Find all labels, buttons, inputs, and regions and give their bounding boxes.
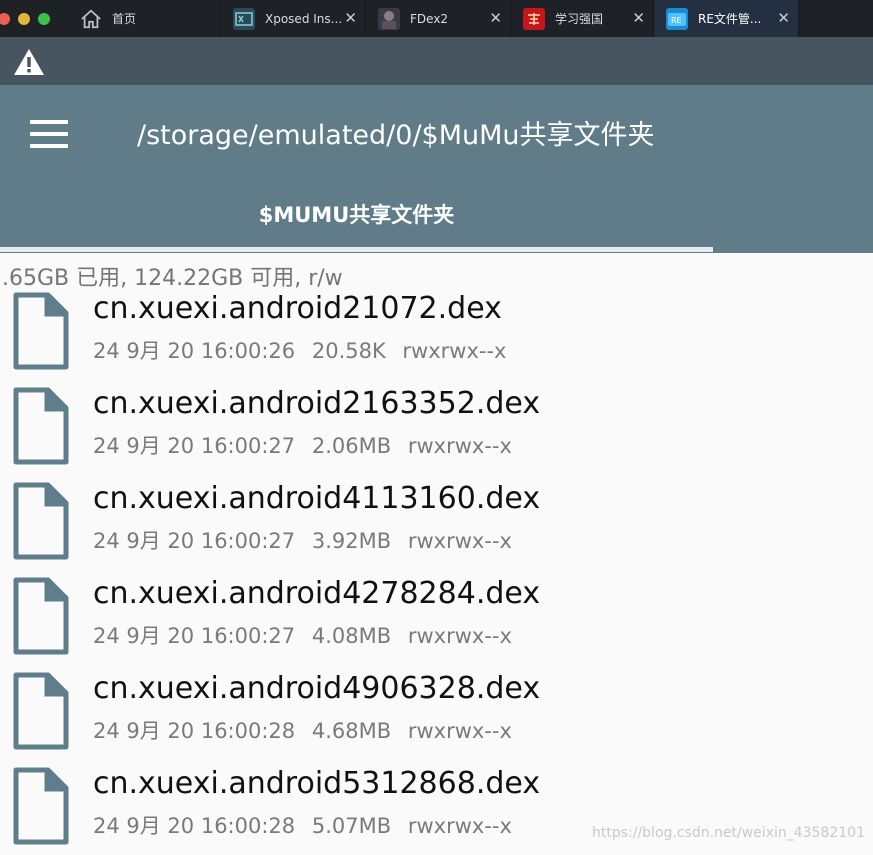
tab-label: FDex2 [410, 11, 449, 26]
file-list-item[interactable]: cn.xuexi.android4906328.dex 24 9月 20 16:… [0, 665, 873, 760]
file-date: 24 9月 20 16:00:28 [93, 719, 296, 743]
file-list-item[interactable]: cn.xuexi.android21072.dex 24 9月 20 16:00… [0, 285, 873, 380]
close-window-button[interactable] [0, 12, 10, 25]
tab-indicator [0, 247, 713, 252]
emulator-tab-bar: 首页 Xposed Ins... ✕ FDex2 ✕ 学习强国 ✕ RE RE文… [0, 0, 873, 37]
file-date: 24 9月 20 16:00:27 [93, 624, 296, 648]
file-meta: 24 9月 20 16:00:27 4.08MB rwxrwx--x [93, 620, 522, 650]
file-permissions: rwxrwx--x [407, 529, 512, 553]
file-icon [13, 292, 69, 370]
file-name: cn.xuexi.android2163352.dex [93, 386, 541, 421]
hamburger-menu-icon[interactable] [30, 120, 68, 148]
file-size: 2.06MB [311, 434, 392, 458]
file-icon [13, 577, 69, 655]
file-meta: 24 9月 20 16:00:28 4.68MB rwxrwx--x [93, 715, 522, 745]
tab-label: RE文件管... [698, 12, 762, 26]
file-permissions: rwxrwx--x [402, 339, 507, 363]
file-permissions: rwxrwx--x [407, 814, 512, 838]
xuexi-app-icon [523, 7, 545, 30]
re-file-manager-icon: RE [666, 7, 688, 30]
file-name: cn.xuexi.android5312868.dex [93, 766, 541, 801]
file-icon [13, 767, 69, 845]
close-tab-icon[interactable]: ✕ [632, 9, 645, 27]
file-date: 24 9月 20 16:00:27 [93, 529, 296, 553]
file-size: 4.68MB [311, 719, 392, 743]
tab-folder[interactable]: $MUMU共享文件夹 [0, 180, 713, 248]
file-meta: 24 9月 20 16:00:28 5.07MB rwxrwx--x [93, 810, 522, 840]
watermark: https://blog.csdn.net/weixin_43582101 [591, 825, 865, 841]
file-list-item[interactable]: cn.xuexi.android4278284.dex 24 9月 20 16:… [0, 570, 873, 665]
xposed-app-icon [233, 7, 255, 30]
tab-fdex2[interactable]: FDex2 ✕ [366, 0, 511, 37]
file-size: 20.58K [311, 339, 386, 363]
file-list-item[interactable]: cn.xuexi.android4113160.dex 24 9月 20 16:… [0, 475, 873, 570]
file-list: cn.xuexi.android21072.dex 24 9月 20 16:00… [0, 285, 873, 855]
file-name: cn.xuexi.android4113160.dex [93, 481, 541, 516]
file-icon [13, 672, 69, 750]
fdex2-app-icon [378, 7, 400, 30]
file-size: 3.92MB [311, 529, 392, 553]
file-name: cn.xuexi.android4906328.dex [93, 671, 541, 706]
file-name: cn.xuexi.android4278284.dex [93, 576, 541, 611]
file-size: 4.08MB [311, 624, 392, 648]
file-icon [13, 387, 69, 465]
warning-icon [14, 49, 44, 75]
file-meta: 24 9月 20 16:00:27 3.92MB rwxrwx--x [93, 525, 522, 555]
svg-text:RE: RE [671, 16, 682, 25]
tab-label: Xposed Ins... [265, 11, 343, 26]
folder-tab-label: $MUMU共享文件夹 [258, 203, 455, 227]
tab-label: 首页 [112, 12, 137, 26]
tab-re-file-manager[interactable]: RE RE文件管... ✕ [654, 0, 799, 37]
file-meta: 24 9月 20 16:00:26 20.58K rwxrwx--x [93, 335, 516, 365]
close-tab-icon[interactable]: ✕ [489, 9, 502, 27]
file-permissions: rwxrwx--x [407, 719, 512, 743]
tab-home[interactable]: 首页 [70, 0, 221, 37]
tab-xuexi[interactable]: 学习强国 ✕ [511, 0, 654, 37]
window-controls [0, 0, 70, 37]
close-tab-icon[interactable]: ✕ [344, 9, 357, 27]
file-permissions: rwxrwx--x [407, 434, 512, 458]
status-bar [0, 37, 873, 85]
file-date: 24 9月 20 16:00:26 [93, 339, 296, 363]
tab-label: 学习强国 [555, 12, 604, 26]
file-list-item[interactable]: cn.xuexi.android2163352.dex 24 9月 20 16:… [0, 380, 873, 475]
maximize-window-button[interactable] [38, 12, 50, 25]
tab-xposed[interactable]: Xposed Ins... ✕ [221, 0, 366, 37]
file-date: 24 9月 20 16:00:27 [93, 434, 296, 458]
file-size: 5.07MB [311, 814, 392, 838]
close-tab-icon[interactable]: ✕ [777, 9, 790, 27]
current-path-title: /storage/emulated/0/$MuMu共享文件夹 [137, 120, 655, 151]
file-icon [13, 482, 69, 560]
file-name: cn.xuexi.android21072.dex [93, 291, 502, 326]
file-permissions: rwxrwx--x [407, 624, 512, 648]
home-icon [80, 8, 102, 30]
file-date: 24 9月 20 16:00:28 [93, 814, 296, 838]
minimize-window-button[interactable] [18, 12, 30, 25]
file-meta: 24 9月 20 16:00:27 2.06MB rwxrwx--x [93, 430, 522, 460]
